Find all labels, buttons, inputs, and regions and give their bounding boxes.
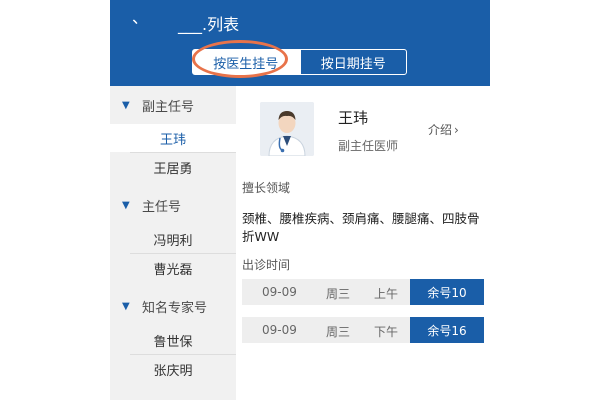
schedule-weekday: 周三 (326, 287, 351, 301)
chevron-right-icon: › (454, 123, 459, 137)
doctor-item-feng-mingli[interactable]: 冯明利 (110, 225, 236, 253)
group-label: 副主任号 (142, 99, 195, 115)
doctor-sidebar: ▼ 副主任号 王玮 王居勇 ▼ 主任号 冯明利 曹光磊 ▼ 知名专家号 鲁世保 … (110, 86, 236, 400)
schedule-period: 上午 (374, 287, 399, 301)
doctor-avatar-icon (260, 102, 314, 156)
intro-link[interactable]: 介绍 › (428, 121, 459, 138)
group-header-famous-expert[interactable]: ▼ 知名专家号 (110, 289, 236, 323)
intro-label: 介绍 (428, 123, 453, 137)
group-header-associate-chief[interactable]: ▼ 副主任号 (110, 88, 236, 122)
doctor-item-zhang-qingming[interactable]: 张庆明 (110, 355, 236, 383)
group-label: 主任号 (142, 199, 182, 215)
title-mark: 、 (132, 8, 149, 27)
schedule-period: 下午 (374, 325, 399, 339)
highlight-oval-annotation (192, 40, 288, 78)
tab-by-date[interactable]: 按日期挂号 (299, 49, 407, 75)
triangle-down-icon: ▼ (122, 199, 130, 211)
group-label: 知名专家号 (142, 300, 208, 316)
triangle-down-icon: ▼ (122, 300, 130, 312)
triangle-down-icon: ▼ (122, 99, 130, 111)
schedule-heading: 出诊时间 (242, 258, 291, 272)
header-bar: 、 ___.列表 按医生挂号 按日期挂号 (110, 0, 490, 86)
doctor-detail-panel: 王玮 副主任医师 介绍 › 擅长领域 颈椎、腰椎疾病、颈肩痛、腰腿痛、四肢骨折WW… (236, 86, 490, 400)
page-title: ___.列表 (178, 15, 240, 34)
specialty-heading: 擅长领域 (242, 181, 291, 195)
schedule-weekday: 周三 (326, 325, 351, 339)
book-slot-button[interactable]: 余号10 (410, 279, 484, 305)
group-header-chief[interactable]: ▼ 主任号 (110, 188, 236, 222)
doctor-name: 王玮 (338, 109, 369, 127)
doctor-item-lu-shibao[interactable]: 鲁世保 (110, 326, 236, 354)
doctor-item-wang-wei[interactable]: 王玮 (110, 124, 236, 152)
specialty-text: 颈椎、腰椎疾病、颈肩痛、腰腿痛、四肢骨折WW (242, 211, 480, 244)
book-slot-button[interactable]: 余号16 (410, 317, 484, 343)
doctor-title: 副主任医师 (338, 139, 399, 153)
doctor-item-wang-juyong[interactable]: 王居勇 (110, 153, 236, 181)
schedule-date: 09-09 (262, 323, 297, 337)
schedule-row: 09-09 周三 上午 余号10 (242, 279, 484, 305)
schedule-date: 09-09 (262, 285, 297, 299)
schedule-row: 09-09 周三 下午 余号16 (242, 317, 484, 343)
app-window: 、 ___.列表 按医生挂号 按日期挂号 ▼ 副主任号 王玮 王居勇 ▼ 主任号… (110, 0, 490, 400)
doctor-item-cao-guanglei[interactable]: 曹光磊 (110, 254, 236, 282)
